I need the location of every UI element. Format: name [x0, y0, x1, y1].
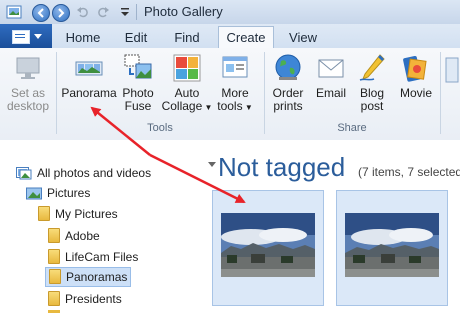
more-tools-label-1: More: [221, 86, 249, 100]
set-as-desktop-label-2: desktop: [6, 99, 50, 113]
content-pane: Not tagged (7 items, 7 selected: [200, 140, 460, 313]
folder-icon: [38, 206, 50, 222]
collapse-group-icon[interactable]: [208, 162, 216, 167]
tree-item-label: LifeCam Files: [65, 250, 139, 264]
group-separator: [264, 52, 265, 134]
tree-item-pictures[interactable]: Pictures: [26, 184, 90, 202]
email-button[interactable]: Email: [312, 52, 350, 100]
tab-find[interactable]: Find: [168, 27, 206, 48]
group-heading: Not tagged: [218, 152, 346, 182]
navigation-pane: All photos and videos Pictures My Pictur…: [0, 140, 200, 313]
folder-icon: [49, 269, 61, 285]
email-icon: [318, 59, 344, 78]
movie-button[interactable]: Movie: [396, 52, 436, 100]
tree-item-label: Presidents: [65, 292, 122, 306]
tree-item-all-photos[interactable]: All photos and videos: [16, 164, 151, 182]
blog-post-label-1: Blog: [359, 86, 385, 100]
pictures-library-icon: [26, 187, 42, 200]
window-title: Photo Gallery: [144, 4, 223, 19]
ribbon-tabs: Home Edit Find Create View: [0, 24, 460, 49]
desktop-icon: [16, 57, 40, 79]
panorama-label: Panorama: [61, 86, 117, 100]
auto-collage-label-1: Auto: [174, 86, 200, 100]
more-tools-label-2: tools: [217, 99, 243, 113]
set-as-desktop-label-1: Set as: [10, 86, 46, 100]
more-tools-icon: [222, 56, 248, 78]
chevron-down-icon: ▼: [202, 103, 213, 112]
overflow-icon[interactable]: [444, 54, 460, 86]
title-separator: [136, 4, 137, 20]
panorama-photo: [221, 213, 315, 277]
tools-group-label: Tools: [147, 122, 173, 134]
movie-label: Movie: [399, 86, 432, 100]
more-tools-button[interactable]: More tools ▼: [214, 52, 256, 114]
back-icon: [37, 8, 44, 18]
tree-item-label: Panoramas: [66, 270, 128, 284]
group-separator: [56, 52, 57, 134]
tree-item-label: Adobe: [65, 229, 100, 243]
forward-icon: [58, 8, 65, 18]
photo-fuse-icon: [124, 54, 152, 79]
folder-icon: [48, 249, 60, 265]
auto-collage-icon: [173, 54, 201, 82]
set-as-desktop-button[interactable]: Set as desktop: [4, 52, 52, 113]
tab-home[interactable]: Home: [62, 27, 104, 48]
photo-fuse-label-2: Fuse: [124, 99, 152, 113]
tree-item-label: All photos and videos: [37, 166, 152, 180]
globe-icon: [275, 54, 301, 80]
share-group-label: Share: [337, 122, 367, 134]
file-menu-button[interactable]: [0, 24, 52, 48]
customize-icon[interactable]: [118, 5, 132, 19]
photo-fuse-label-1: Photo: [122, 86, 154, 100]
forward-button[interactable]: [52, 4, 70, 22]
title-bar: Photo Gallery: [0, 0, 460, 25]
group-item-count: (7 items, 7 selected: [358, 165, 460, 179]
chevron-down-icon: [34, 34, 42, 39]
file-menu-icon: [12, 30, 30, 44]
photo-thumbnail[interactable]: [212, 190, 324, 306]
folder-icon: [48, 291, 60, 307]
panorama-button[interactable]: Panorama: [60, 52, 118, 100]
blog-post-button[interactable]: Blog post: [352, 52, 392, 113]
ribbon: Set as desktop Panorama Photo Fuse Auto …: [0, 48, 460, 141]
tree-item-lifecam-files[interactable]: LifeCam Files: [48, 248, 138, 266]
chevron-down-icon: ▼: [242, 103, 253, 112]
auto-collage-label-2: Collage: [161, 99, 203, 113]
tree-item-label: My Pictures: [55, 207, 118, 221]
back-button[interactable]: [32, 4, 50, 22]
tab-edit[interactable]: Edit: [118, 27, 154, 48]
blog-post-label-2: post: [360, 99, 384, 113]
tree-item-presidents[interactable]: Presidents: [48, 290, 122, 308]
blog-pen-icon: [359, 54, 385, 81]
photos-videos-icon: [16, 166, 32, 180]
tab-view[interactable]: View: [282, 27, 324, 48]
photo-fuse-button[interactable]: Photo Fuse: [118, 52, 158, 113]
undo-icon[interactable]: [76, 5, 90, 19]
redo-icon[interactable]: [96, 5, 110, 19]
folder-icon: [48, 228, 60, 244]
panorama-photo: [345, 213, 439, 277]
group-separator: [440, 52, 441, 134]
email-label: Email: [315, 86, 346, 100]
photo-thumbnail[interactable]: [336, 190, 448, 306]
tree-item-label: Pictures: [47, 186, 91, 200]
tree-item-my-pictures[interactable]: My Pictures: [38, 205, 118, 223]
order-prints-button[interactable]: Order prints: [266, 52, 310, 113]
tree-item-panoramas[interactable]: Panoramas: [45, 267, 132, 287]
film-icon: [403, 56, 427, 82]
photo-gallery-app-icon[interactable]: [6, 4, 22, 20]
panorama-icon: [75, 61, 103, 76]
order-prints-label-2: prints: [273, 99, 303, 113]
auto-collage-button[interactable]: Auto Collage ▼: [160, 52, 214, 114]
order-prints-label-1: Order: [272, 86, 304, 100]
tree-item-adobe[interactable]: Adobe: [48, 227, 100, 245]
tab-create[interactable]: Create: [218, 26, 274, 49]
